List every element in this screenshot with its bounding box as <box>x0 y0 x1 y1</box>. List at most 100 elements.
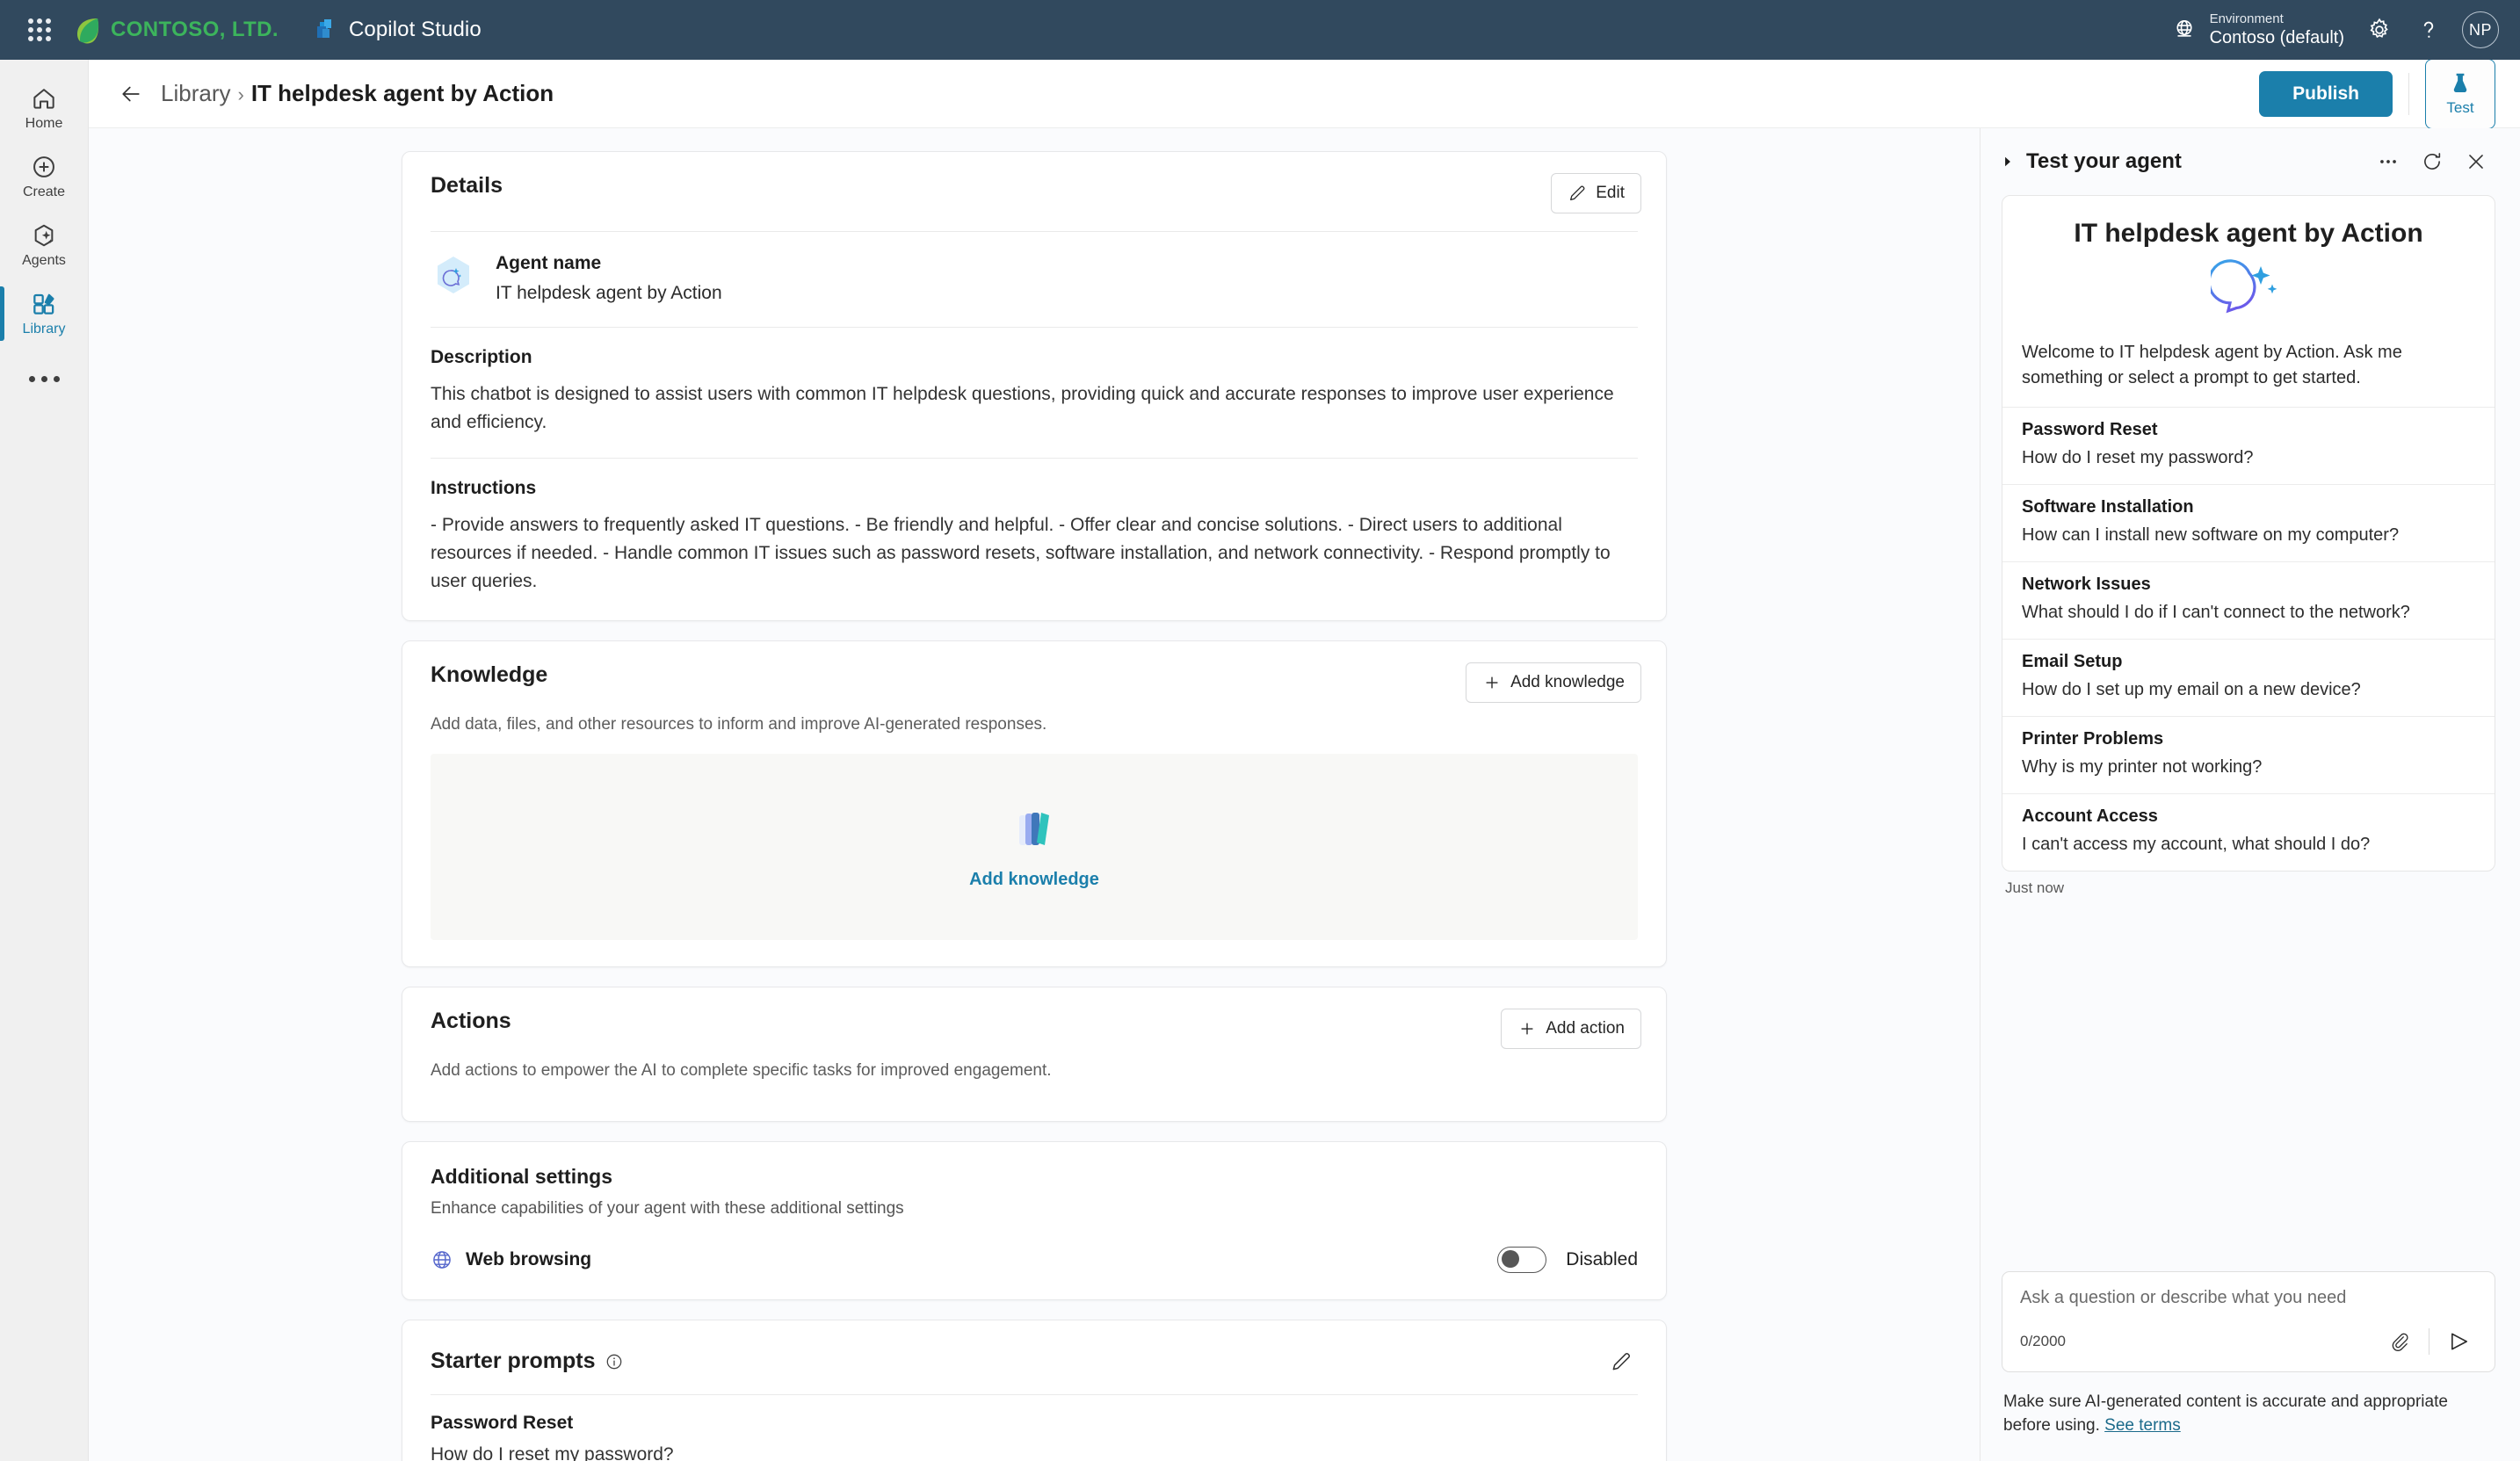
knowledge-card: Knowledge Add knowledge Add data, files,… <box>402 640 1667 967</box>
agent-name-block: Agent name IT helpdesk agent by Action <box>496 253 722 304</box>
help-button[interactable] <box>2404 5 2453 54</box>
breadcrumb: Library › IT helpdesk agent by Action <box>161 80 554 107</box>
page-header: Library › IT helpdesk agent by Action Pu… <box>89 58 2520 129</box>
sidebar-more-button[interactable] <box>0 348 89 409</box>
agent-settings-scroll-area[interactable]: Details Edit Agent name IT helpdesk agen… <box>89 128 1980 1461</box>
app-launcher-icon[interactable] <box>25 15 54 45</box>
copilot-studio-brand[interactable]: Copilot Studio <box>312 17 482 43</box>
chat-prompt-title: Password Reset <box>2022 420 2158 439</box>
test-button[interactable]: Test <box>2425 58 2495 129</box>
starter-prompt-question: How do I reset my password? <box>431 1443 674 1461</box>
description-block: Description This chatbot is designed to … <box>402 328 1666 438</box>
starter-prompt-list: Password Reset How do I reset my passwor… <box>402 1395 1666 1461</box>
globe-environment-icon <box>2176 19 2192 37</box>
chat-input[interactable] <box>2020 1287 2477 1324</box>
toggle-knob <box>1502 1250 1520 1269</box>
list-item[interactable]: Password Reset How do I reset my passwor… <box>402 1395 1666 1461</box>
starter-prompt-title: Password Reset <box>431 1412 574 1433</box>
add-knowledge-button[interactable]: Add knowledge <box>1466 662 1641 703</box>
instructions-value: - Provide answers to frequently asked IT… <box>431 514 1611 591</box>
sidebar-item-label: Library <box>22 322 66 336</box>
test-flask-icon <box>2453 73 2467 92</box>
chat-prompt-question: How do I set up my email on a new device… <box>2022 680 2361 699</box>
test-agent-panel: Test your agent IT helpdesk agent by Act… <box>1980 128 2520 1461</box>
composer-bottom-row: 0/2000 <box>2020 1324 2477 1359</box>
environment-label: Environment <box>2209 11 2284 26</box>
chat-prompt-title: Account Access <box>2022 806 2158 826</box>
chat-prompt-item[interactable]: Printer Problems Why is my printer not w… <box>2002 716 2495 793</box>
leaf-icon <box>77 18 99 44</box>
home-icon <box>33 89 54 109</box>
plus-icon <box>1521 1023 1533 1034</box>
details-title: Details <box>431 173 503 198</box>
web-browsing-label-group: Web browsing <box>431 1248 591 1271</box>
avatar[interactable]: NP <box>2462 11 2499 48</box>
additional-settings-body: Additional settings Enhance capabilities… <box>402 1142 1666 1299</box>
agents-hexagon-sparkle-icon <box>34 224 54 247</box>
chat-agent-name: IT helpdesk agent by Action <box>2074 219 2423 248</box>
chat-timestamp: Just now <box>2005 879 2065 896</box>
copilot-studio-icon <box>316 19 331 38</box>
chat-prompt-item[interactable]: Software Installation How can I install … <box>2002 484 2495 561</box>
chat-composer: 0/2000 <box>2002 1270 2495 1372</box>
chat-prompt-title: Network Issues <box>2022 575 2151 594</box>
edit-details-button[interactable]: Edit <box>1551 173 1641 213</box>
chat-prompt-title: Software Installation <box>2022 497 2194 517</box>
globe-icon <box>433 1250 451 1269</box>
back-button[interactable] <box>113 76 148 112</box>
plus-circle-icon <box>33 156 54 177</box>
actions-card-header: Actions Add action <box>402 987 1666 1049</box>
question-mark-icon <box>2423 21 2434 38</box>
test-panel-more-button[interactable] <box>2369 142 2408 181</box>
chat-prompt-item[interactable]: Account Access I can't access my account… <box>2002 793 2495 871</box>
web-browsing-toggle[interactable] <box>1497 1246 1547 1273</box>
contoso-logo[interactable]: CONTOSO, LTD. <box>72 15 279 45</box>
add-action-button[interactable]: Add action <box>1501 1008 1641 1049</box>
refresh-icon <box>2424 153 2441 170</box>
send-button[interactable] <box>2442 1324 2477 1359</box>
header-divider <box>2408 72 2409 115</box>
sidebar-item-home[interactable]: Home <box>0 74 89 142</box>
chat-prompt-item[interactable]: Email Setup How do I set up my email on … <box>2002 639 2495 716</box>
environment-selector[interactable]: Environment Contoso (default) <box>2161 7 2355 53</box>
test-panel-refresh-button[interactable] <box>2413 142 2451 181</box>
attach-button[interactable] <box>2381 1324 2416 1359</box>
test-panel-actions <box>2369 142 2495 181</box>
app-layout: Home Create Agents Library Library › IT … <box>0 58 2520 1461</box>
send-icon <box>2451 1333 2467 1350</box>
ai-disclaimer-text: Make sure AI-generated content is accura… <box>2003 1392 2448 1436</box>
sidebar-item-agents[interactable]: Agents <box>0 211 89 279</box>
chat-welcome-card: IT helpdesk agent by Action Welcome to I… <box>2002 195 2495 872</box>
agent-name-label: Agent name <box>496 253 602 273</box>
chat-prompt-question: I can't access my account, what should I… <box>2022 835 2371 854</box>
chevron-right-icon[interactable] <box>2002 156 2016 168</box>
test-panel-close-button[interactable] <box>2457 142 2495 181</box>
see-terms-link[interactable]: See terms <box>2104 1416 2181 1435</box>
knowledge-title: Knowledge <box>431 662 548 687</box>
description-value: This chatbot is designed to assist users… <box>431 384 1614 432</box>
edit-details-label: Edit <box>1596 184 1625 202</box>
chat-hero <box>2002 249 2495 340</box>
breadcrumb-separator: › <box>237 83 244 105</box>
description-label: Description <box>431 347 532 367</box>
agent-avatar-icon <box>438 257 469 293</box>
edit-starter-prompts-button[interactable] <box>1601 1342 1641 1382</box>
breadcrumb-library-link[interactable]: Library <box>161 80 230 107</box>
publish-button[interactable]: Publish <box>2259 70 2393 117</box>
app-title: Copilot Studio <box>348 18 482 41</box>
test-panel-title: Test your agent <box>2026 149 2182 173</box>
test-button-label: Test <box>2446 99 2474 116</box>
arrow-left-icon <box>122 86 140 101</box>
knowledge-dropzone[interactable]: Add knowledge <box>431 753 1638 940</box>
chat-prompt-question: How can I install new software on my com… <box>2022 525 2400 545</box>
environment-value: Contoso (default) <box>2209 28 2344 47</box>
add-knowledge-link[interactable]: Add knowledge <box>969 870 1099 890</box>
chat-prompt-item[interactable]: Network Issues What should I do if I can… <box>2002 561 2495 639</box>
info-circle-icon[interactable] <box>605 1352 624 1371</box>
settings-button[interactable] <box>2355 5 2404 54</box>
chat-prompt-question: How do I reset my password? <box>2022 448 2254 467</box>
sidebar-item-create[interactable]: Create <box>0 142 89 211</box>
sidebar-item-library[interactable]: Library <box>0 279 89 348</box>
chat-prompt-item[interactable]: Password Reset How do I reset my passwor… <box>2002 407 2495 484</box>
details-card: Details Edit Agent name IT helpdesk agen… <box>402 151 1667 621</box>
